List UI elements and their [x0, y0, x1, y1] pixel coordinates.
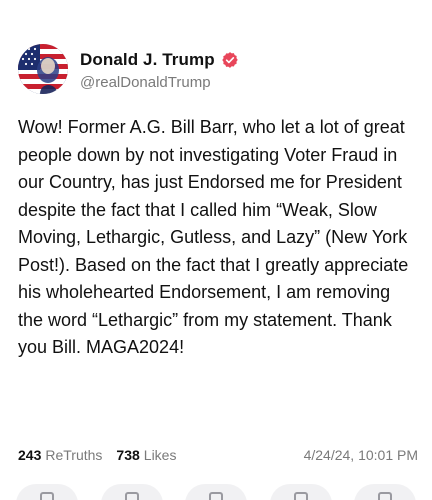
like-icon — [209, 492, 223, 500]
verified-badge-icon — [221, 51, 239, 69]
share-button[interactable] — [269, 484, 332, 500]
more-button[interactable] — [354, 484, 416, 500]
post-actions — [16, 484, 416, 500]
reply-icon — [40, 492, 54, 500]
reply-button[interactable] — [16, 484, 78, 500]
likes-count: 738 — [116, 447, 140, 463]
post-stats: 243 ReTruths 738 Likes 4/24/24, 10:01 PM — [18, 442, 418, 468]
author-display-name[interactable]: Donald J. Trump — [80, 50, 215, 70]
top-bar-fragment — [0, 0, 432, 4]
retruths-count: 243 — [18, 447, 42, 463]
author-handle[interactable]: @realDonaldTrump — [80, 74, 239, 91]
post-header: Donald J. Trump @realDonaldTrump — [18, 40, 414, 98]
avatar[interactable] — [18, 44, 68, 94]
post-detail-screen: Donald J. Trump @realDonaldTrump Wow! Fo… — [0, 0, 432, 500]
more-icon — [378, 492, 392, 500]
author-identity: Donald J. Trump @realDonaldTrump — [80, 48, 239, 91]
retruths-label: ReTruths — [45, 447, 103, 463]
likes-label: Likes — [143, 447, 177, 463]
name-row: Donald J. Trump — [80, 48, 239, 72]
post-text: Wow! Former A.G. Bill Barr, who let a lo… — [18, 117, 409, 357]
retruth-icon — [124, 492, 139, 500]
retruths-stat[interactable]: 243 ReTruths — [18, 447, 102, 463]
post-timestamp: 4/24/24, 10:01 PM — [303, 447, 418, 463]
like-button[interactable] — [185, 484, 247, 500]
retruth-button[interactable] — [100, 484, 163, 500]
likes-stat[interactable]: 738 Likes — [116, 447, 176, 463]
american-flag-portrait-icon — [18, 44, 68, 94]
share-icon — [293, 492, 308, 500]
